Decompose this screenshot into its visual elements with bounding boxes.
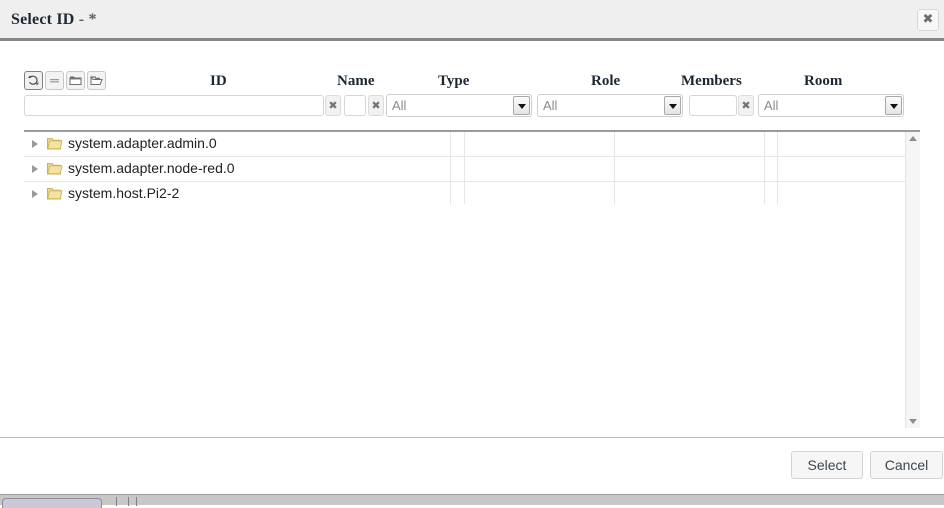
expand-all-button[interactable] — [87, 71, 106, 90]
type-filter-value: All — [392, 98, 407, 113]
name-filter-input[interactable] — [344, 95, 366, 116]
column-header-type: Type — [438, 73, 470, 89]
table-cell-id: system.adapter.admin.0 — [68, 135, 217, 151]
dialog-title-main: Select ID — [11, 11, 75, 28]
column-header-id: ID — [210, 73, 227, 89]
column-separator — [464, 157, 465, 181]
folder-icon — [47, 136, 63, 151]
folder-icon — [47, 161, 63, 176]
dialog-title-separator: - — [74, 11, 89, 28]
column-header-role: Role — [591, 73, 621, 89]
tree-vertical-scrollbar[interactable] — [905, 132, 920, 428]
expand-triangle-icon[interactable] — [32, 165, 38, 173]
tree-empty-area — [24, 204, 905, 428]
type-filter-select[interactable]: All — [386, 94, 532, 117]
column-header-room: Room — [804, 73, 843, 89]
column-separator — [764, 132, 765, 156]
table-row[interactable]: system.adapter.admin.0 — [24, 132, 905, 157]
chevron-down-icon[interactable] — [513, 96, 530, 115]
column-separator — [614, 157, 615, 181]
flat-list-button[interactable] — [45, 71, 64, 90]
column-separator — [764, 182, 765, 206]
chevron-down-icon[interactable] — [885, 96, 902, 115]
expand-triangle-icon[interactable] — [32, 190, 38, 198]
dialog-title: Select ID - * — [11, 11, 97, 29]
members-filter-clear-button[interactable]: ✖ — [738, 95, 754, 116]
select-id-dialog: Select ID - * ✖ ID Name Type Role Member… — [0, 0, 944, 487]
select-button[interactable]: Select — [791, 451, 863, 479]
room-filter-value: All — [764, 98, 779, 113]
table-cell-id: system.adapter.node-red.0 — [68, 160, 235, 176]
column-separator — [614, 182, 615, 206]
dialog-titlebar: Select ID - * ✖ — [0, 0, 944, 41]
column-separator — [777, 182, 778, 206]
refresh-button[interactable] — [24, 71, 43, 90]
members-filter-input[interactable] — [689, 95, 737, 116]
column-separator — [614, 132, 615, 156]
column-separator — [450, 132, 451, 156]
column-separator — [764, 157, 765, 181]
dialog-content: ID Name Type Role Members Room ✖ ✖ All A… — [0, 44, 944, 437]
object-tree: system.adapter.admin.0 system.adapter.nod… — [24, 130, 920, 428]
folder-icon — [47, 186, 63, 201]
taskbar-window-item[interactable] — [2, 498, 102, 508]
cancel-button[interactable]: Cancel — [870, 451, 943, 479]
column-separator — [464, 132, 465, 156]
column-separator — [450, 182, 451, 206]
chevron-down-icon[interactable] — [664, 96, 681, 115]
tree-toolbar — [24, 71, 106, 90]
name-filter-clear-button[interactable]: ✖ — [368, 95, 384, 116]
close-icon[interactable]: ✖ — [917, 9, 939, 31]
scroll-up-icon[interactable] — [909, 136, 917, 141]
scroll-down-icon[interactable] — [909, 419, 917, 424]
id-filter-clear-button[interactable]: ✖ — [325, 95, 341, 116]
column-header-members: Members — [681, 73, 742, 89]
table-row[interactable]: system.adapter.node-red.0 — [24, 157, 905, 182]
desktop-taskbar — [0, 494, 944, 508]
dialog-footer: Select Cancel — [0, 437, 944, 487]
dialog-title-filter: * — [88, 11, 97, 28]
column-header-name: Name — [337, 73, 375, 89]
role-filter-select[interactable]: All — [537, 94, 683, 117]
table-cell-id: system.host.Pi2-2 — [68, 185, 180, 201]
column-separator — [777, 132, 778, 156]
room-filter-select[interactable]: All — [758, 94, 904, 117]
collapse-all-button[interactable] — [66, 71, 85, 90]
column-separator — [777, 157, 778, 181]
id-filter-input[interactable] — [24, 95, 324, 116]
expand-triangle-icon[interactable] — [32, 140, 38, 148]
role-filter-value: All — [543, 98, 558, 113]
object-tree-body: system.adapter.admin.0 system.adapter.nod… — [24, 132, 905, 428]
column-separator — [450, 157, 451, 181]
column-separator — [464, 182, 465, 206]
